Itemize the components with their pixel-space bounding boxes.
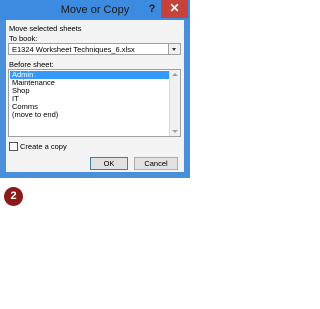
before-sheet-list[interactable]: Admin Maintenance Shop IT Comms (move to… <box>8 69 181 137</box>
create-copy-label[interactable]: Create a copy <box>20 142 67 151</box>
create-copy-checkbox[interactable] <box>9 142 18 151</box>
chevron-down-icon[interactable] <box>168 44 180 54</box>
close-button[interactable]: ✕ <box>161 0 188 18</box>
list-scrollbar[interactable] <box>169 70 180 136</box>
step-number-badge: 2 <box>4 187 23 206</box>
dialog-titlebar[interactable]: Move or Copy ? ✕ <box>0 0 190 20</box>
list-item-shop[interactable]: Shop <box>10 87 170 95</box>
scroll-down-arrow-icon[interactable] <box>172 130 178 133</box>
before-sheet-label: Before sheet: <box>9 60 54 69</box>
move-selected-label: Move selected sheets <box>9 24 82 33</box>
move-or-copy-dialog: Move or Copy ? ✕ Move selected sheets To… <box>0 0 190 178</box>
list-item-maintenance[interactable]: Maintenance <box>10 79 170 87</box>
help-button[interactable]: ? <box>147 3 157 16</box>
cancel-button[interactable]: Cancel <box>134 157 178 170</box>
ok-button[interactable]: OK <box>90 157 128 170</box>
scroll-up-arrow-icon[interactable] <box>172 73 178 76</box>
to-book-dropdown[interactable]: E1324 Worksheet Techniques_6.xlsx <box>8 43 181 55</box>
list-item-move-to-end[interactable]: (move to end) <box>10 111 170 119</box>
to-book-value: E1324 Worksheet Techniques_6.xlsx <box>12 45 135 54</box>
to-book-label: To book: <box>9 34 38 43</box>
dialog-content: Move selected sheets To book: E1324 Work… <box>6 20 184 172</box>
